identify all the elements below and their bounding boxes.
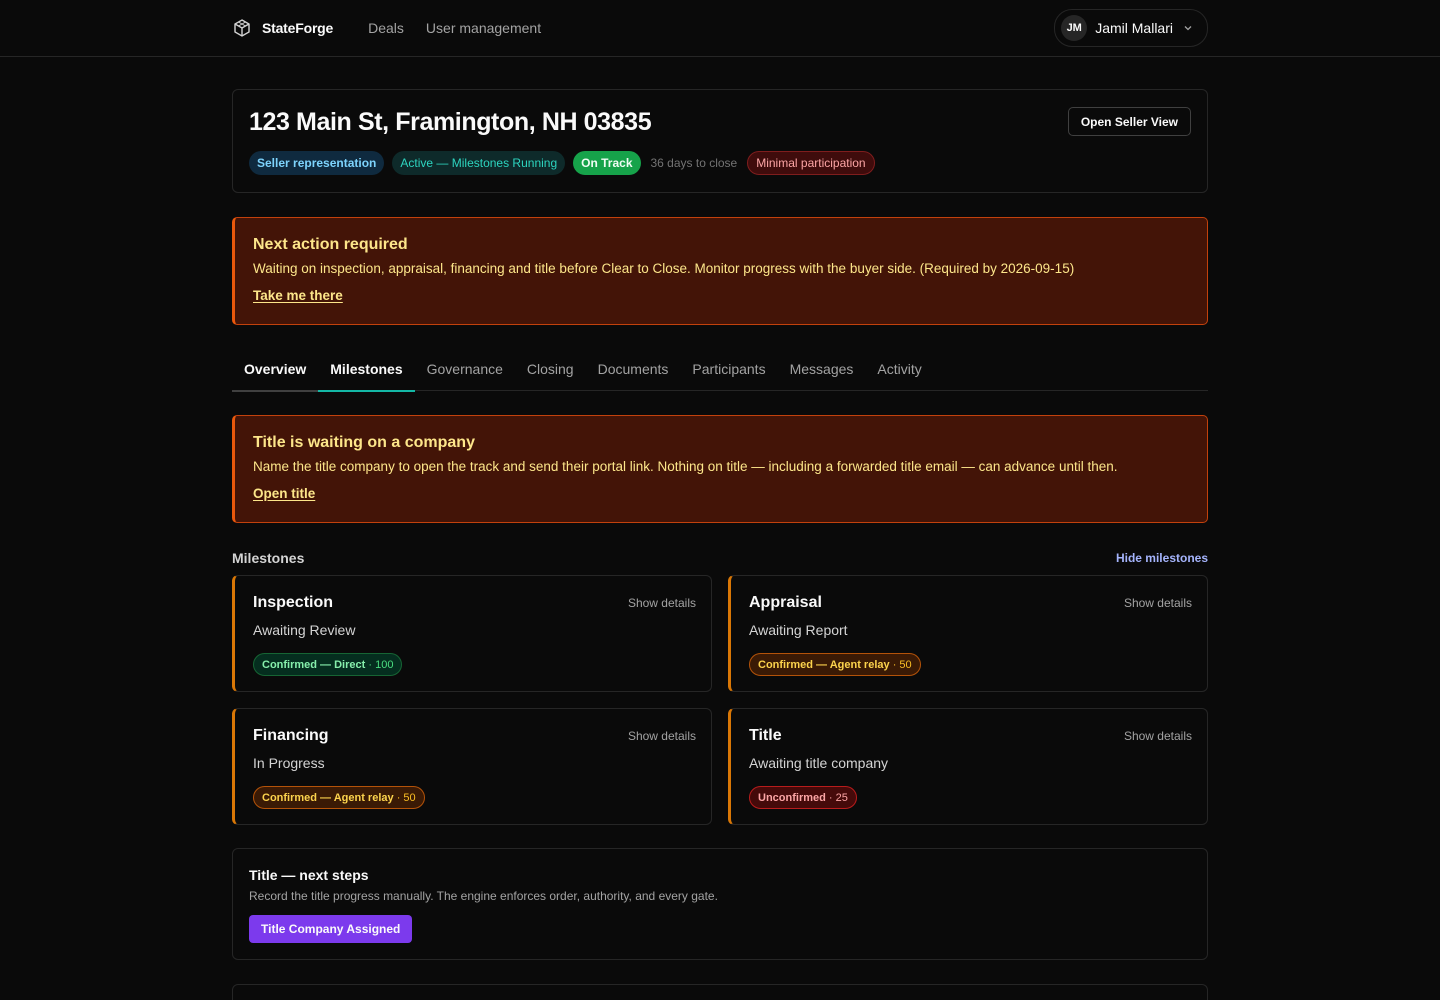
alert-title: Title is waiting on a company — [253, 434, 475, 451]
status-badge: Active — Milestones Running — [392, 151, 566, 175]
milestone-status: Awaiting title company — [749, 755, 889, 771]
user-menu[interactable]: JM Jamil Mallari — [1054, 9, 1208, 47]
title-next-steps-card: Title — next steps Record the title prog… — [232, 848, 1208, 960]
tab-milestones[interactable]: Milestones — [318, 347, 415, 392]
avatar: JM — [1061, 15, 1088, 41]
milestone-card-appraisal[interactable]: Appraisal Show details Awaiting Report C… — [728, 575, 1208, 692]
title-company-assigned-button[interactable]: Title Company Assigned — [249, 915, 413, 943]
confirmation-points: · 50 — [396, 791, 416, 804]
health-badge: On Track — [573, 151, 641, 175]
milestone-title: Inspection — [253, 594, 334, 611]
nav-link-deals[interactable]: Deals — [368, 20, 404, 36]
deal-badges: Seller representation Active — Milestone… — [249, 151, 875, 175]
alert-title: Next action required — [253, 236, 408, 253]
title-waiting-alert: Title is waiting on a company Name the t… — [232, 415, 1208, 523]
open-seller-view-button[interactable]: Open Seller View — [1067, 107, 1191, 136]
alert-text: Name the title company to open the track… — [253, 459, 1118, 474]
next-steps-title: Title — next steps — [249, 867, 369, 883]
chevron-down-icon — [1184, 26, 1192, 31]
confirmation-points: · 50 — [892, 658, 912, 671]
confirmation-badge: Confirmed — Agent relay · 50 — [749, 653, 921, 676]
confirmation-label: Unconfirmed — [758, 791, 826, 804]
deal-title: 123 Main St, Framington, NH 03835 — [249, 108, 652, 136]
take-me-there-link[interactable]: Take me there — [253, 288, 343, 303]
tab-overview[interactable]: Overview — [232, 347, 319, 392]
show-details-button[interactable]: Show details — [628, 729, 696, 743]
milestone-card-inspection[interactable]: Inspection Show details Awaiting Review … — [232, 575, 712, 692]
confirmation-label: Confirmed — Agent relay — [758, 658, 890, 671]
open-title-link[interactable]: Open title — [253, 486, 315, 501]
confirmation-badge: Confirmed — Direct · 100 — [253, 653, 403, 676]
brand-name: StateForge — [262, 20, 334, 36]
next-action-alert: Next action required Waiting on inspecti… — [232, 217, 1208, 325]
deal-tabs: Overview Milestones Governance Closing D… — [232, 347, 1208, 392]
hide-milestones-button[interactable]: Hide milestones — [1116, 551, 1208, 565]
confirmation-badge: Confirmed — Agent relay · 50 — [253, 786, 425, 809]
user-name: Jamil Mallari — [1095, 20, 1173, 36]
milestone-title: Title — [749, 727, 782, 744]
tab-participants[interactable]: Participants — [680, 347, 777, 391]
representation-badge: Seller representation — [249, 151, 385, 175]
confirmation-label: Confirmed — Agent relay — [262, 791, 394, 804]
tab-documents[interactable]: Documents — [586, 347, 681, 391]
confirmation-points: · 100 — [368, 658, 394, 671]
confirmation-points: · 25 — [828, 791, 848, 804]
days-to-close: 36 days to close — [650, 156, 738, 170]
tab-closing[interactable]: Closing — [515, 347, 586, 391]
brand[interactable]: StateForge — [232, 18, 333, 38]
tab-messages[interactable]: Messages — [778, 347, 866, 391]
confirmation-label: Confirmed — Direct — [262, 658, 366, 671]
show-details-button[interactable]: Show details — [628, 596, 696, 610]
milestone-title: Financing — [253, 727, 329, 744]
participation-badge: Minimal participation — [747, 151, 875, 175]
next-steps-text: Record the title progress manually. The … — [249, 889, 718, 903]
tab-governance[interactable]: Governance — [415, 347, 515, 391]
alert-text: Waiting on inspection, appraisal, financ… — [253, 261, 1075, 276]
milestones-header: Milestones Hide milestones — [232, 548, 1208, 568]
tab-activity[interactable]: Activity — [865, 347, 933, 391]
top-nav: StateForge Deals User management JM Jami… — [0, 0, 1440, 57]
nav-link-user-management[interactable]: User management — [426, 20, 541, 36]
show-details-button[interactable]: Show details — [1124, 596, 1192, 610]
milestone-title: Appraisal — [749, 594, 822, 611]
next-card-peek — [232, 984, 1208, 1000]
confirmation-badge: Unconfirmed · 25 — [749, 786, 857, 809]
milestone-status: Awaiting Report — [749, 622, 848, 638]
milestone-status: Awaiting Review — [253, 622, 356, 638]
show-details-button[interactable]: Show details — [1124, 729, 1192, 743]
cube-logo-icon — [234, 19, 250, 37]
milestone-card-financing[interactable]: Financing Show details In Progress Confi… — [232, 708, 712, 825]
milestone-status: In Progress — [253, 755, 325, 771]
milestone-card-title[interactable]: Title Show details Awaiting title compan… — [728, 708, 1208, 825]
milestones-label: Milestones — [232, 550, 305, 566]
deal-header-card: 123 Main St, Framington, NH 03835 Open S… — [232, 89, 1208, 193]
